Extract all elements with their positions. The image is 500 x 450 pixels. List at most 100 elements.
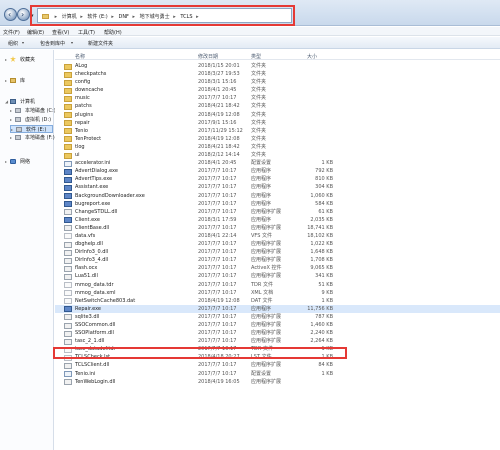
dll-file-icon xyxy=(64,379,72,386)
nav-network[interactable]: ▸ 网络 xyxy=(5,158,30,166)
table-row[interactable]: ui 2018/2/12 14:14 文件夹 xyxy=(55,151,500,159)
table-row[interactable]: accelerator.ini 2018/4/1 20:45 配置设置 1 KB xyxy=(55,159,500,167)
table-row[interactable]: bugreport.exe 2017/7/7 10:17 应用程序 584 KB xyxy=(55,200,500,208)
folder-icon xyxy=(64,71,72,78)
file-name: downcache xyxy=(75,87,104,94)
nav-drive-c[interactable]: ▸ 本地磁盘 (C:) xyxy=(10,107,56,115)
table-row[interactable]: DirInfo3_0.dll 2017/7/7 10:17 应用程序扩展 1,648 … xyxy=(55,248,500,256)
organize-button[interactable]: 组织 xyxy=(8,40,18,47)
menu-help[interactable]: 帮助(H) xyxy=(104,29,122,36)
table-row[interactable]: NetSwitchCache803.dat 2018/4/19 12:08 DAT … xyxy=(55,297,500,305)
table-row[interactable]: dbghelp.dll 2017/7/7 10:17 应用程序扩展 1,022 KB xyxy=(55,240,500,248)
file-name: Repair.exe xyxy=(75,305,102,312)
file-type: 文件夹 xyxy=(251,71,267,78)
table-row[interactable]: AdvertTips.exe 2017/7/7 10:17 应用程序 810 KB xyxy=(55,175,500,183)
table-row[interactable]: Repair.exe 2017/7/7 10:17 应用程序 11,756 KB xyxy=(55,304,500,313)
table-row[interactable]: TCLSClient.dll 2017/7/7 10:17 应用程序扩展 84 KB xyxy=(55,361,500,369)
table-row[interactable]: Lua51.dll 2017/7/7 10:17 应用程序扩展 341 KB xyxy=(55,272,500,280)
table-row[interactable]: TenProtect 2018/4/19 12:08 文件夹 xyxy=(55,135,500,143)
file-size: 61 KB xyxy=(318,208,333,215)
column-date[interactable]: 修改日期 xyxy=(198,53,218,60)
file-name: music xyxy=(75,95,90,102)
document-icon xyxy=(64,282,72,289)
file-name: AdvertDialog.exe xyxy=(75,168,118,175)
table-row[interactable]: checkpatchs 2018/3/27 19:53 文件夹 xyxy=(55,70,500,78)
table-row[interactable]: AdvertDialog.exe 2017/7/7 10:17 应用程序 792 KB xyxy=(55,167,500,175)
table-row[interactable]: downcache 2018/4/1 20:45 文件夹 xyxy=(55,86,500,94)
menu-view[interactable]: 查看(V) xyxy=(52,29,69,36)
application-icon xyxy=(64,176,72,183)
back-button[interactable]: ‹ xyxy=(4,8,17,21)
nav-drive-d[interactable]: ▸ 虚拟机 (D:) xyxy=(10,116,51,124)
new-folder-button[interactable]: 新建文件夹 xyxy=(88,40,113,47)
nav-favorites[interactable]: ▸ 收藏夹 xyxy=(5,56,35,64)
menu-file[interactable]: 文件(F) xyxy=(3,29,20,36)
table-row[interactable]: TenWebLogin.dll 2018/4/19 16:05 应用程序扩展 xyxy=(55,378,500,386)
table-row[interactable]: repair 2017/9/1 15:16 文件夹 xyxy=(55,119,500,127)
file-size: 2,035 KB xyxy=(310,216,333,223)
nav-drive-e[interactable]: ▸ 软件 (E:) xyxy=(10,125,53,133)
table-row[interactable]: ClientBase.dll 2017/7/7 10:17 应用程序扩展 18,741… xyxy=(55,224,500,232)
file-name: checkpatchs xyxy=(75,71,107,78)
table-row[interactable]: SSOCommon.dll 2017/7/7 10:17 应用程序扩展 1,460 K… xyxy=(55,321,500,329)
file-type: 应用程序扩展 xyxy=(251,313,282,320)
nav-computer[interactable]: ◢ 计算机 xyxy=(5,98,35,106)
file-name: ChangeSTDLL.dll xyxy=(75,208,118,215)
table-row[interactable]: BackgroundDownloader.exe 2017/7/7 10:17 应用… xyxy=(55,192,500,200)
nav-drive-f[interactable]: ▸ 本地磁盘 (F:) xyxy=(10,134,55,142)
navigation-pane: ▸ 收藏夹 ▸ 库 ◢ 计算机 ▸ 本地磁盘 (C:) ▸ 虚拟机 (D:) ▸ 软件 (E… xyxy=(0,50,56,450)
file-size: 18,102 KB xyxy=(307,232,333,239)
file-name: TCLSClient.dll xyxy=(75,362,110,369)
column-size[interactable]: 大小 xyxy=(307,53,317,60)
file-date: 2017/7/7 10:17 xyxy=(198,281,237,288)
file-type: 应用程序 xyxy=(251,168,272,175)
column-type[interactable]: 类型 xyxy=(251,53,261,60)
document-icon xyxy=(64,290,72,297)
file-name: data.vfs xyxy=(75,232,96,239)
file-date: 2017/7/7 10:17 xyxy=(198,322,237,328)
file-date: 2017/7/7 10:17 xyxy=(198,265,237,272)
file-type: 配置设置 xyxy=(251,160,272,167)
file-name: AdvertTips.exe xyxy=(75,176,113,183)
file-type: 文件夹 xyxy=(251,79,267,86)
table-row[interactable]: mmog_data.xml 2017/7/7 10:17 XML 文档 9 KB xyxy=(55,289,500,297)
table-row[interactable]: DirInfo3_4.dll 2017/7/7 10:17 应用程序扩展 1,708 … xyxy=(55,256,500,264)
table-row[interactable]: Tenio.ini 2017/7/7 10:17 配置设置 1 KB xyxy=(55,370,500,378)
table-row[interactable]: SSOPlatform.dll 2017/7/7 10:17 应用程序扩展 2,240… xyxy=(55,329,500,337)
table-row[interactable]: Tenio 2017/11/29 15:12 文件夹 xyxy=(55,127,500,135)
table-row[interactable]: music 2017/7/7 10:17 文件夹 xyxy=(55,94,500,102)
menu-tools[interactable]: 工具(T) xyxy=(78,29,95,36)
dll-file-icon xyxy=(64,362,72,369)
table-row[interactable]: tasc_2_1.dll 2017/7/7 10:17 应用程序扩展 2,264 KB xyxy=(55,337,500,345)
forward-button[interactable]: › xyxy=(17,8,30,21)
table-row[interactable]: flash.ocx 2017/7/7 10:17 ActiveX 控件 9,065 K… xyxy=(55,264,500,272)
table-row[interactable]: ALog 2018/1/15 20:01 文件夹 xyxy=(55,62,500,70)
table-row[interactable]: tlog 2018/4/21 18:42 文件夹 xyxy=(55,143,500,151)
table-row[interactable]: patchs 2018/4/21 18:42 文件夹 xyxy=(55,102,500,110)
table-row[interactable]: Client.exe 2018/3/1 17:59 应用程序 2,035 KB xyxy=(55,216,500,224)
table-row[interactable]: config 2018/3/1 15:16 文件夹 xyxy=(55,78,500,86)
column-name[interactable]: 名称 xyxy=(75,53,85,60)
menu-edit[interactable]: 编辑(E) xyxy=(27,29,44,36)
file-size: 1,060 KB xyxy=(310,192,333,199)
file-date: 2017/7/7 10:17 xyxy=(198,249,237,256)
file-date: 2017/7/7 10:17 xyxy=(198,192,237,199)
include-in-library-button[interactable]: 包含到库中 xyxy=(40,40,65,47)
file-list: 名称 修改日期 类型 大小 ALog 2018/1/15 20:01 文件夹 chec… xyxy=(55,50,500,450)
table-row[interactable]: data.vfs 2018/4/1 22:14 VFS 文件 18,102 KB xyxy=(55,232,500,240)
table-row[interactable]: mmog_data.tdr 2017/7/7 10:17 TDR 文件 51 KB xyxy=(55,281,500,289)
table-row[interactable]: plugins 2018/4/19 12:08 文件夹 xyxy=(55,111,500,119)
table-row[interactable]: Assistant.exe 2017/7/7 10:17 应用程序 304 KB xyxy=(55,183,500,191)
application-icon xyxy=(64,168,72,175)
file-type: 应用程序扩展 xyxy=(251,378,282,385)
nav-library[interactable]: ▸ 库 xyxy=(5,77,25,85)
file-size: 11,756 KB xyxy=(307,305,333,312)
file-date: 2017/7/7 10:17 xyxy=(198,95,237,102)
file-size: 2,264 KB xyxy=(310,338,333,345)
table-row[interactable]: sqlite3.dll 2017/7/7 10:17 应用程序扩展 787 KB xyxy=(55,313,500,321)
table-row[interactable]: ChangeSTDLL.dll 2017/7/7 10:17 应用程序扩展 61 KB xyxy=(55,208,500,216)
file-name: dbghelp.dll xyxy=(75,241,103,248)
folder-icon xyxy=(64,87,72,94)
file-date: 2018/4/21 18:42 xyxy=(198,143,240,150)
application-icon xyxy=(64,193,72,199)
